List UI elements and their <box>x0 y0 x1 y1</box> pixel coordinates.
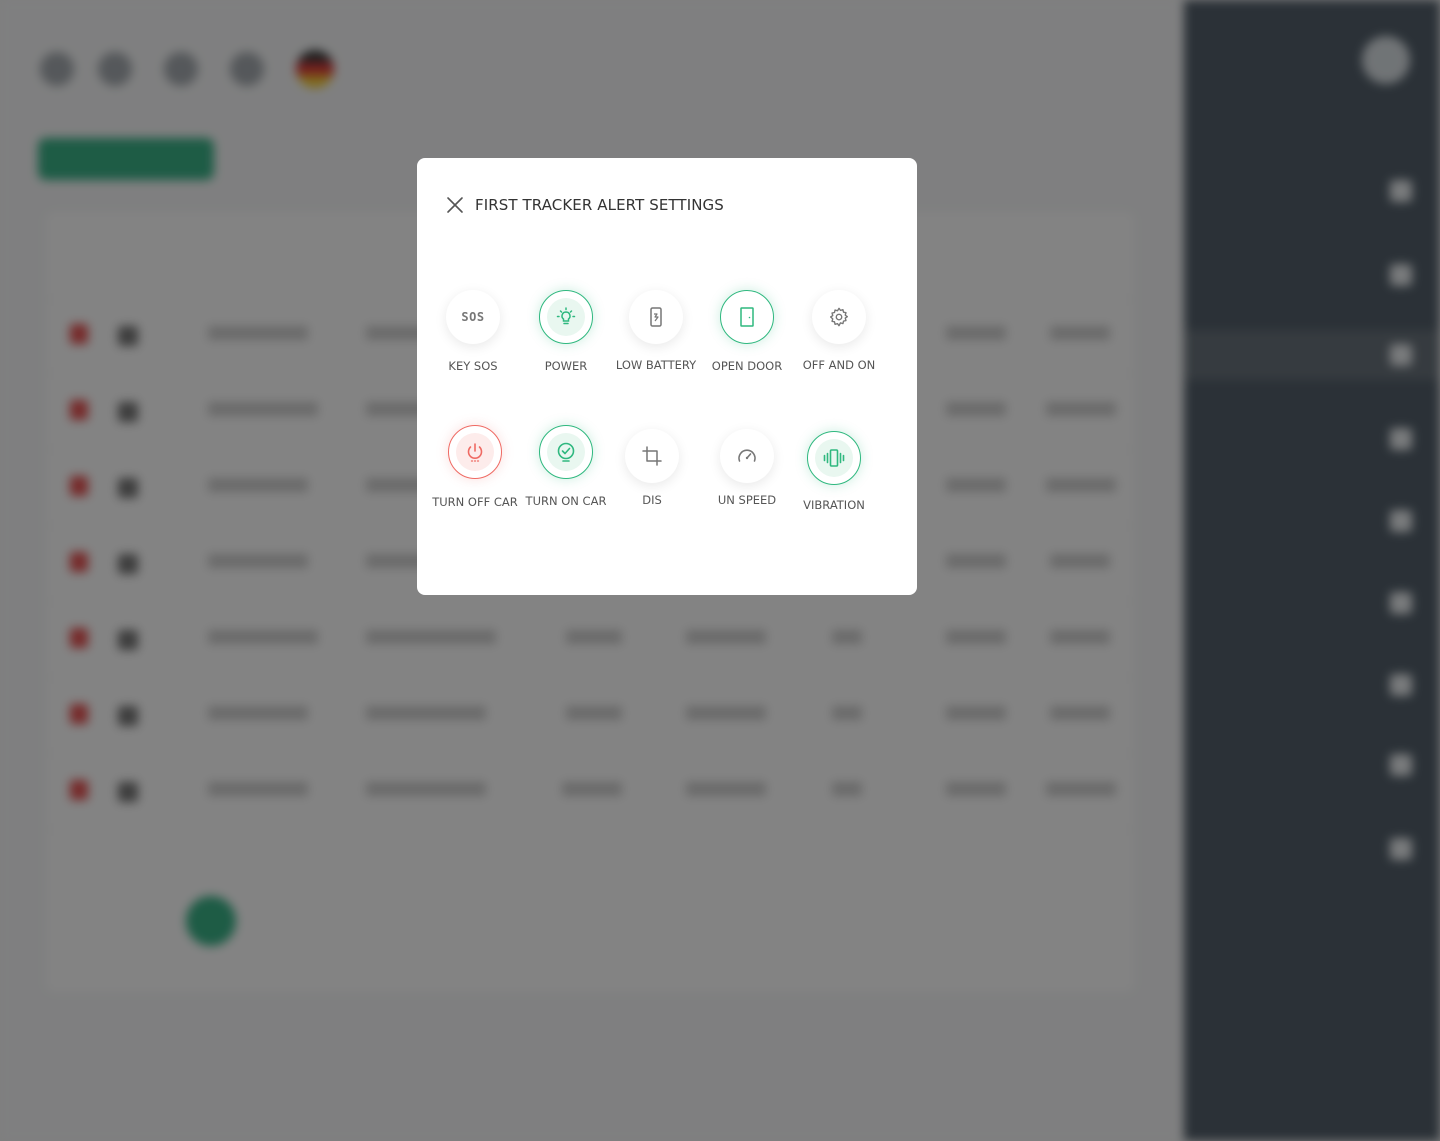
check-icon <box>557 442 575 462</box>
alert-label: POWER <box>544 359 588 373</box>
close-icon <box>447 197 463 213</box>
alert-badge-active <box>807 431 861 485</box>
alert-label: VIBRATION <box>803 498 865 512</box>
alert-badge <box>812 290 866 344</box>
alert-label: OFF AND ON <box>802 358 876 372</box>
alert-badge <box>720 429 774 483</box>
alert-badge-danger <box>448 425 502 479</box>
modal-title: FIRST TRACKER ALERT SETTINGS <box>475 196 724 214</box>
power-icon <box>467 443 483 462</box>
crop-icon <box>642 446 662 466</box>
alert-settings-modal: FIRST TRACKER ALERT SETTINGS SOS KEY SOS… <box>417 158 917 595</box>
close-button[interactable] <box>445 195 465 215</box>
alert-label: LOW BATTERY <box>615 358 697 372</box>
door-icon <box>740 307 754 327</box>
alert-label: KEY SOS <box>448 359 498 373</box>
alert-label: UN SPEED <box>717 493 777 507</box>
gear-icon <box>829 307 849 327</box>
battery-icon <box>650 307 662 327</box>
alert-badge-active <box>720 290 774 344</box>
modal-header: FIRST TRACKER ALERT SETTINGS <box>445 194 724 216</box>
alert-label: OPEN DOOR <box>711 359 783 373</box>
vibration-icon <box>823 449 845 467</box>
alert-badge-active <box>539 290 593 344</box>
speedometer-icon <box>738 449 756 462</box>
alert-badge: SOS <box>446 290 500 344</box>
bulb-icon <box>556 307 576 325</box>
alert-label: DIS <box>642 493 662 507</box>
alert-label: TURN OFF CAR <box>432 495 518 509</box>
alert-badge <box>625 429 679 483</box>
sos-icon: SOS <box>461 310 485 324</box>
alert-label: TURN ON CAR <box>525 494 607 508</box>
alert-badge <box>629 290 683 344</box>
alert-badge-active <box>539 425 593 479</box>
